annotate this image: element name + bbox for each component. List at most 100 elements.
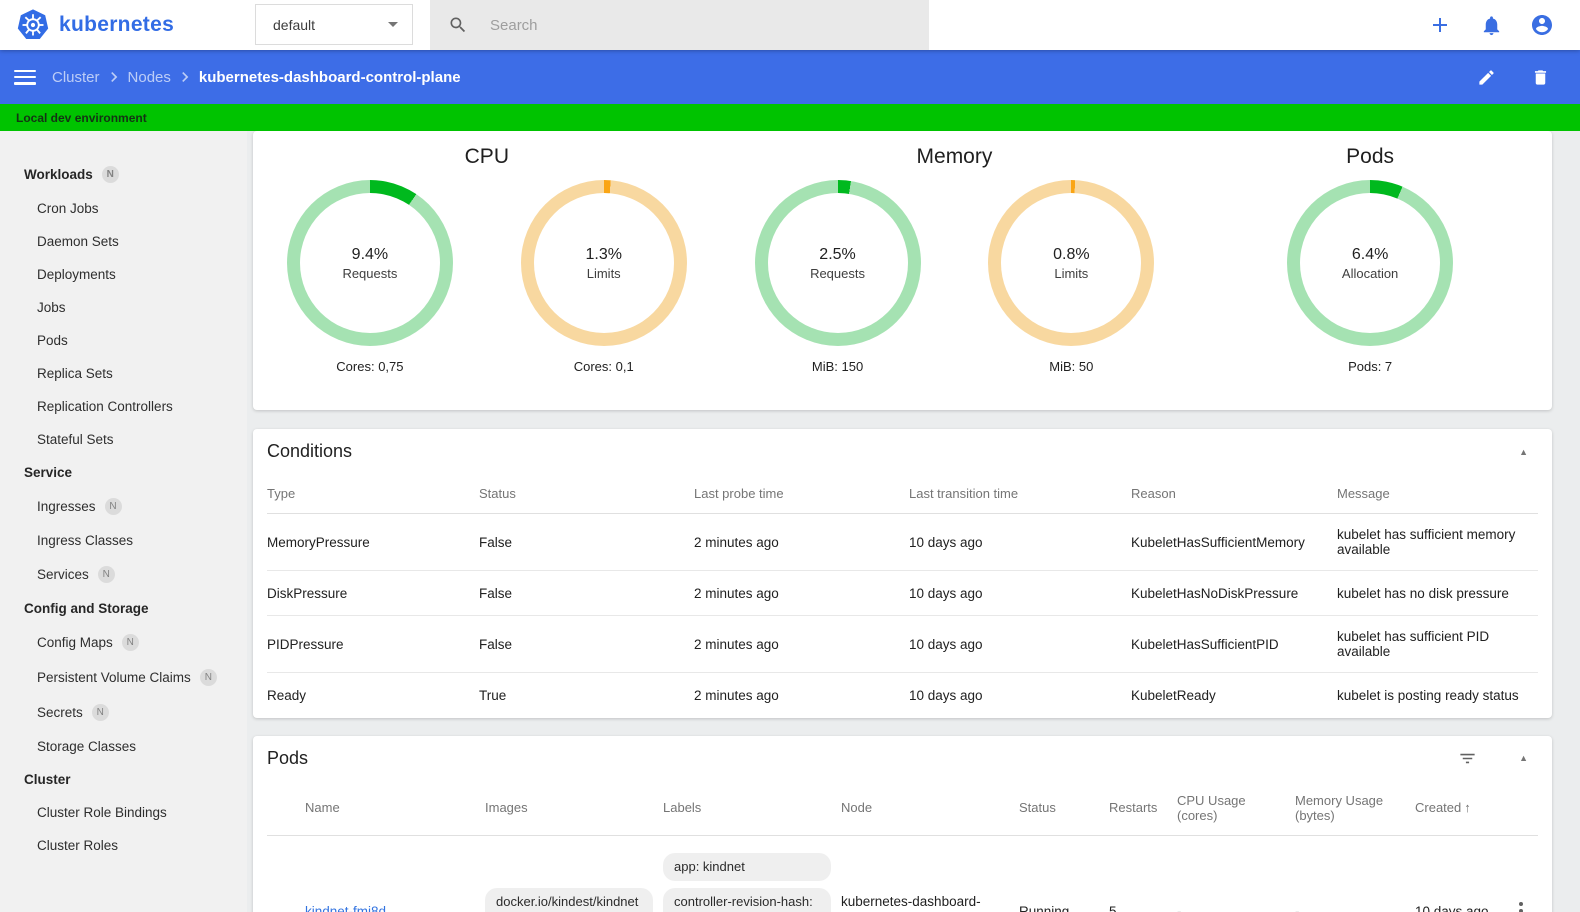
donut-chart: 9.4% Requests — [286, 180, 453, 346]
image-chip: docker.io/kindest/kindnetd:v20230511-dc7… — [485, 888, 653, 912]
donut-percent: 9.4% — [351, 245, 389, 263]
donut-label: Requests — [810, 265, 865, 281]
topbar-actions — [1428, 0, 1554, 50]
labels-stack: app: kindnet controller-revision-hash: 5… — [663, 849, 831, 912]
sidebar-section-cluster[interactable]: Cluster — [0, 763, 247, 796]
donut-cpu-limits: 1.3% Limits Cores: 0,1 — [487, 180, 721, 410]
donut-memory-limits: 0.8% Limits MiB: 50 — [954, 180, 1188, 410]
pod-node: kubernetes-dashboard-control-plane — [841, 894, 981, 912]
sidebar-item-pods[interactable]: Pods — [0, 324, 247, 357]
user-menu-button[interactable] — [1530, 13, 1554, 37]
collapse-icon[interactable]: ▲ — [1515, 443, 1532, 461]
namespace-selector[interactable]: default — [255, 4, 413, 45]
sidebar-item-services[interactable]: Services N — [0, 557, 247, 592]
sidebar-item-ingress-classes[interactable]: Ingress Classes — [0, 524, 247, 557]
col-images[interactable]: Images — [485, 780, 663, 836]
namespaced-badge: N — [104, 498, 122, 515]
sidebar-item-storage-classes[interactable]: Storage Classes — [0, 730, 247, 763]
create-resource-button[interactable] — [1428, 13, 1452, 37]
conditions-table: Type Status Last probe time Last transit… — [267, 474, 1538, 718]
pod-name-link[interactable]: kindnet-fmj8d — [305, 904, 386, 912]
col-message: Message — [1337, 474, 1538, 514]
delete-resource-button[interactable] — [1528, 65, 1552, 89]
sidebar-nav: Workloads N Cron Jobs Daemon Sets Deploy… — [0, 131, 247, 912]
col-actions — [1515, 780, 1538, 836]
sidebar-section-config-storage[interactable]: Config and Storage — [0, 592, 247, 625]
section-title-memory: Memory — [916, 145, 993, 168]
col-status[interactable]: Status — [1019, 780, 1109, 836]
breadcrumb-nodes[interactable]: Nodes — [128, 69, 171, 86]
donut-chart: 2.5% Requests — [754, 180, 921, 346]
row-actions-button[interactable] — [1515, 898, 1527, 912]
sidebar-item-cluster-roles[interactable]: Cluster Roles — [0, 829, 247, 862]
sidebar-section-service[interactable]: Service — [0, 456, 247, 489]
label-chip: app: kindnet — [663, 852, 831, 882]
collapse-icon[interactable]: ▲ — [1515, 749, 1532, 767]
bell-icon — [1483, 15, 1499, 35]
col-memory-usage[interactable]: Memory Usage (bytes) — [1295, 780, 1415, 836]
col-cpu-usage[interactable]: CPU Usage (cores) — [1177, 780, 1295, 836]
sidebar-section-label: Workloads — [24, 167, 93, 182]
page-title: kubernetes-dashboard-control-plane — [198, 68, 461, 86]
sidebar-item-replica-sets[interactable]: Replica Sets — [0, 357, 247, 390]
sidebar-item-cluster-role-bindings[interactable]: Cluster Role Bindings — [0, 796, 247, 829]
col-restarts[interactable]: Restarts — [1109, 780, 1177, 836]
filter-button[interactable] — [1455, 746, 1479, 770]
col-type: Type — [267, 474, 479, 514]
sidebar-item-ingresses[interactable]: Ingresses N — [0, 489, 247, 524]
pods-table: Name Images Labels Node Status Restarts … — [267, 780, 1538, 912]
donut-percent: 6.4% — [1351, 245, 1389, 263]
kubernetes-logo[interactable]: kubernetes — [0, 8, 240, 42]
notifications-button[interactable] — [1479, 13, 1503, 37]
label-chip: controller-revision-hash: 58f5b657b8 — [663, 888, 831, 912]
sidebar-item-replication-controllers[interactable]: Replication Controllers — [0, 390, 247, 423]
sidebar-section-label: Cluster — [24, 772, 71, 787]
section-title-cpu: CPU — [464, 145, 509, 168]
search-icon — [450, 17, 466, 33]
namespaced-badge: N — [121, 634, 139, 651]
edit-resource-button[interactable] — [1474, 65, 1498, 89]
donut-percent: 1.3% — [585, 245, 622, 263]
sidebar-item-deployments[interactable]: Deployments — [0, 258, 247, 291]
donut-memory-requests: 2.5% Requests MiB: 150 — [721, 180, 955, 410]
search-input[interactable] — [490, 16, 890, 34]
allocation-group-pods: Pods 6.4% Allocation Pods: 7 — [1188, 140, 1552, 410]
sidebar-item-jobs[interactable]: Jobs — [0, 291, 247, 324]
sidebar-section-workloads[interactable]: Workloads N — [0, 157, 247, 192]
pod-restarts: 5 — [1109, 903, 1117, 912]
donut-label: Requests — [342, 265, 398, 281]
kubernetes-logo-icon — [17, 9, 49, 40]
sidebar-item-config-maps[interactable]: Config Maps N — [0, 625, 247, 660]
col-name[interactable]: Name — [305, 780, 485, 836]
donut-label: Limits — [1054, 265, 1089, 281]
donut-chart: 1.3% Limits — [520, 180, 687, 346]
sort-ascending-icon: ↑ — [1464, 800, 1471, 815]
col-labels[interactable]: Labels — [663, 780, 841, 836]
filter-icon — [1459, 753, 1475, 763]
allocation-group-memory: Memory 2.5% Requests MiB: 150 0.8% Limit… — [721, 140, 1189, 410]
resource-actions — [1474, 65, 1552, 89]
conditions-card: Conditions ▲ Type Status Last probe time… — [253, 429, 1552, 718]
trash-icon — [1534, 69, 1546, 85]
col-created[interactable]: Created ↑ — [1415, 780, 1515, 836]
donut-footer: Cores: 0,1 — [573, 359, 634, 374]
sidebar-item-cron-jobs[interactable]: Cron Jobs — [0, 192, 247, 225]
col-reason: Reason — [1131, 474, 1337, 514]
sidebar-item-daemon-sets[interactable]: Daemon Sets — [0, 225, 247, 258]
pod-memory-usage: - — [1295, 903, 1300, 912]
plus-icon — [1433, 18, 1447, 32]
chevron-down-icon — [388, 22, 398, 27]
pencil-icon — [1478, 69, 1494, 85]
donut-label: Allocation — [1341, 265, 1399, 281]
breadcrumb-bar: Cluster Nodes kubernetes-dashboard-contr… — [0, 50, 1580, 104]
menu-icon[interactable] — [14, 69, 36, 85]
donut-footer: MiB: 50 — [1049, 359, 1094, 374]
search-bar[interactable] — [430, 0, 929, 50]
sidebar-item-stateful-sets[interactable]: Stateful Sets — [0, 423, 247, 456]
breadcrumb-cluster[interactable]: Cluster — [52, 69, 100, 86]
sidebar-item-persistent-volume-claims[interactable]: Persistent Volume Claims N — [0, 660, 247, 695]
donut-label: Limits — [586, 265, 621, 281]
col-node[interactable]: Node — [841, 780, 1019, 836]
table-row: DiskPressure False 2 minutes ago 10 days… — [267, 570, 1538, 616]
sidebar-item-secrets[interactable]: Secrets N — [0, 695, 247, 730]
